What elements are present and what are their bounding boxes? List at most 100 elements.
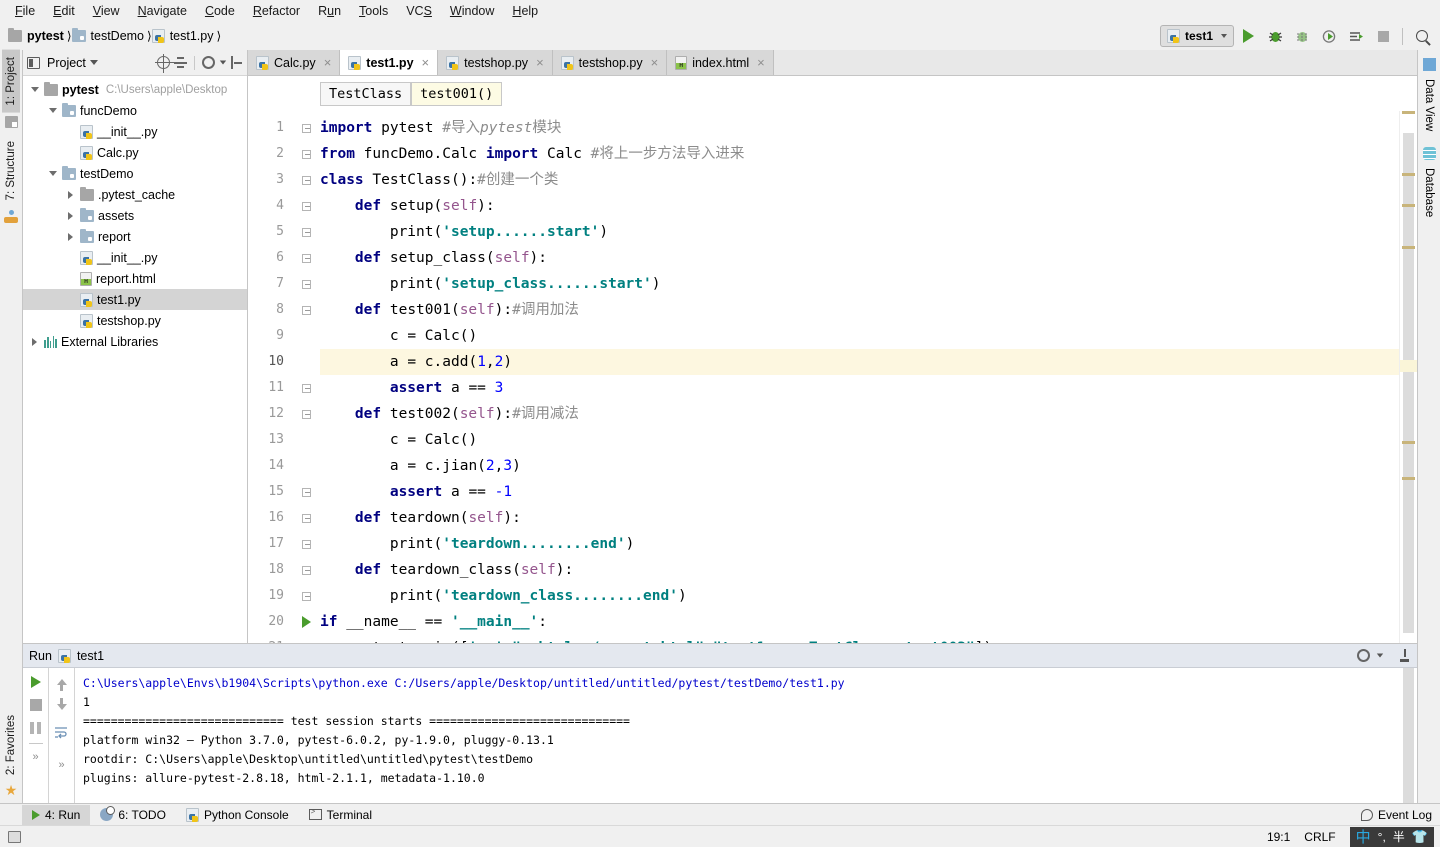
code-line[interactable]: assert a == 3 xyxy=(320,375,1399,401)
fold-gutter-row[interactable] xyxy=(292,531,320,557)
fold-gutter-row[interactable] xyxy=(292,375,320,401)
menu-item-navigate[interactable]: Navigate xyxy=(129,1,196,21)
fold-minus-icon[interactable] xyxy=(301,227,311,237)
code-line[interactable]: if __name__ == '__main__': xyxy=(320,609,1399,635)
up-button[interactable] xyxy=(54,674,70,691)
chevron-down-icon[interactable] xyxy=(47,171,58,176)
tree-item-test1-py[interactable]: test1.py xyxy=(23,289,247,310)
editor-tab-1[interactable]: test1.py × xyxy=(340,50,439,75)
tool-window-python-console[interactable]: Python Console xyxy=(176,805,299,825)
code-line[interactable]: c = Calc() xyxy=(320,427,1399,453)
editor-scrollbar-thumb[interactable] xyxy=(1403,133,1414,633)
fold-minus-icon[interactable] xyxy=(301,305,311,315)
chevron-right-icon[interactable] xyxy=(65,211,76,220)
tree-item-funcdemo[interactable]: funcDemo xyxy=(23,100,247,121)
tree-item---init---py[interactable]: __init__.py xyxy=(23,121,247,142)
menu-item-window[interactable]: Window xyxy=(441,1,503,21)
chevron-down-icon[interactable] xyxy=(47,108,58,113)
ime-indicator[interactable]: 中 °, 半 👕 xyxy=(1349,826,1434,847)
menu-item-file[interactable]: File xyxy=(6,1,44,21)
fold-gutter-row[interactable] xyxy=(292,141,320,167)
fold-gutter-row[interactable] xyxy=(292,557,320,583)
code-line[interactable]: print('teardown........end') xyxy=(320,531,1399,557)
run-button[interactable] xyxy=(1236,24,1261,48)
tool-window-run[interactable]: 4: Run xyxy=(22,804,91,825)
console-output[interactable]: C:\Users\apple\Envs\b1904\Scripts\python… xyxy=(75,668,1397,803)
code-line[interactable]: class TestClass():#创建一个类 xyxy=(320,167,1399,193)
fold-gutter-row[interactable] xyxy=(292,193,320,219)
chevron-down-icon[interactable] xyxy=(89,60,98,65)
tree-item-calc-py[interactable]: Calc.py xyxy=(23,142,247,163)
editor-tab-3[interactable]: testshop.py × xyxy=(552,50,668,75)
fold-gutter-row[interactable] xyxy=(292,583,320,609)
tool-window-terminal[interactable]: Terminal xyxy=(299,805,382,825)
tool-window-todo[interactable]: 6: TODO xyxy=(90,805,176,825)
menu-item-run[interactable]: Run xyxy=(309,1,350,21)
search-everywhere-button[interactable] xyxy=(1409,24,1434,48)
run-configuration-selector[interactable]: test1 xyxy=(1159,25,1234,47)
tree-item-report-html[interactable]: report.html xyxy=(23,268,247,289)
fold-minus-icon[interactable] xyxy=(301,201,311,211)
coverage-button[interactable] xyxy=(1290,24,1315,48)
close-icon[interactable]: × xyxy=(757,55,765,70)
code-line[interactable]: def setup_class(self): xyxy=(320,245,1399,271)
fold-gutter-row[interactable] xyxy=(292,115,320,141)
breadcrumb-item-test1[interactable]: test1.py xyxy=(151,29,217,43)
menu-item-view[interactable]: View xyxy=(84,1,129,21)
tree-item-assets[interactable]: assets xyxy=(23,205,247,226)
fold-minus-icon[interactable] xyxy=(301,149,311,159)
code-line[interactable]: print('setup_class......start') xyxy=(320,271,1399,297)
breadcrumb-chip-testclass[interactable]: TestClass xyxy=(320,81,412,106)
code-line[interactable]: print('setup......start') xyxy=(320,219,1399,245)
gear-chevron-icon[interactable] xyxy=(219,60,227,65)
chevron-right-icon[interactable] xyxy=(65,232,76,241)
stop-button[interactable] xyxy=(1371,24,1396,48)
menu-item-code[interactable]: Code xyxy=(196,1,244,21)
breadcrumb-chip-test001[interactable]: test001() xyxy=(411,81,503,106)
tree-item-testshop-py[interactable]: testshop.py xyxy=(23,310,247,331)
fold-minus-icon[interactable] xyxy=(301,539,311,549)
sidebar-tab-project[interactable]: 1: Project xyxy=(2,50,20,113)
menu-item-help[interactable]: Help xyxy=(503,1,547,21)
project-tree[interactable]: pytest C:\Users\apple\Desktop funcDemo __in… xyxy=(23,76,247,643)
tree-item-external-libraries[interactable]: External Libraries xyxy=(23,331,247,352)
code-line[interactable]: import pytest #导入pytest模块 xyxy=(320,115,1399,141)
code-line[interactable]: def teardown(self): xyxy=(320,505,1399,531)
sidebar-tab-data-view[interactable]: Data View xyxy=(1420,73,1438,137)
scrollbar-thumb[interactable] xyxy=(1403,668,1414,803)
fold-minus-icon[interactable] xyxy=(301,591,311,601)
code-line[interactable]: pytest.main(['-s',"--html=./report.html"… xyxy=(320,635,1399,643)
fold-minus-icon[interactable] xyxy=(301,565,311,575)
code-line[interactable]: a = c.jian(2,3) xyxy=(320,453,1399,479)
gear-icon[interactable] xyxy=(202,56,215,69)
menu-item-tools[interactable]: Tools xyxy=(350,1,397,21)
hide-panel-icon[interactable] xyxy=(231,56,243,69)
gear-chevron-icon[interactable] xyxy=(1376,653,1384,658)
fold-minus-icon[interactable] xyxy=(301,487,311,497)
code-line[interactable]: assert a == -1 xyxy=(320,479,1399,505)
fold-gutter-row[interactable] xyxy=(292,479,320,505)
tree-item-report[interactable]: report xyxy=(23,226,247,247)
close-icon[interactable]: × xyxy=(651,55,659,70)
editor-tab-2[interactable]: testshop.py × xyxy=(438,50,553,75)
menu-item-refactor[interactable]: Refactor xyxy=(244,1,309,21)
chevron-right-icon[interactable] xyxy=(65,190,76,199)
profile-button[interactable] xyxy=(1317,24,1342,48)
code-line[interactable]: def teardown_class(self): xyxy=(320,557,1399,583)
fold-minus-icon[interactable] xyxy=(301,409,311,419)
tree-item-testdemo[interactable]: testDemo xyxy=(23,163,247,184)
fold-gutter-row[interactable] xyxy=(292,245,320,271)
fold-minus-icon[interactable] xyxy=(301,175,311,185)
code-line[interactable]: from funcDemo.Calc import Calc #将上一步方法导入… xyxy=(320,141,1399,167)
tree-item--pytest-cache[interactable]: .pytest_cache xyxy=(23,184,247,205)
export-icon[interactable] xyxy=(1398,649,1411,662)
run-gutter-icon[interactable] xyxy=(301,616,311,628)
fold-gutter[interactable] xyxy=(292,111,320,643)
fold-minus-icon[interactable] xyxy=(301,123,311,133)
code-line[interactable]: def test001(self):#调用加法 xyxy=(320,297,1399,323)
fold-minus-icon[interactable] xyxy=(301,513,311,523)
code-line[interactable]: c = Calc() xyxy=(320,323,1399,349)
chevron-down-icon[interactable] xyxy=(29,87,40,92)
scroll-from-source-icon[interactable] xyxy=(155,54,174,73)
code-line[interactable]: a = c.add(1,2) xyxy=(320,349,1399,375)
